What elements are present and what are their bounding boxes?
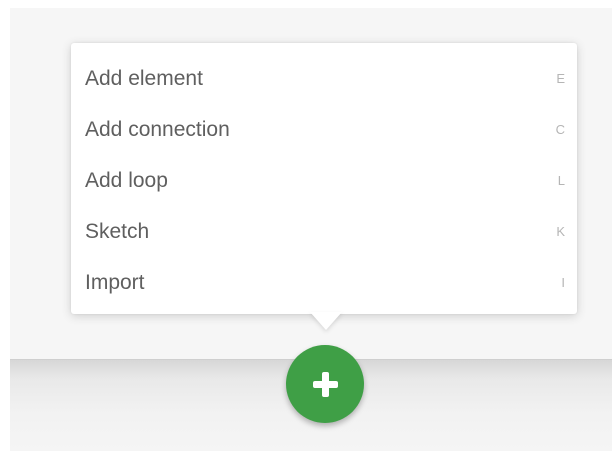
menu-item-shortcut: C — [555, 122, 565, 137]
menu-caret — [310, 312, 342, 330]
menu-item-label: Add connection — [85, 117, 230, 141]
menu-item-add-loop[interactable]: Add loop L — [71, 155, 577, 206]
add-button[interactable] — [286, 345, 364, 423]
menu-item-add-element[interactable]: Add element E — [71, 53, 577, 104]
menu-item-shortcut: E — [556, 71, 565, 86]
menu-item-add-connection[interactable]: Add connection C — [71, 104, 577, 155]
menu-item-label: Add loop — [85, 168, 168, 192]
add-menu-list: Add element E Add connection C Add loop … — [71, 43, 577, 308]
menu-item-shortcut: L — [557, 173, 565, 188]
plus-icon — [312, 371, 338, 397]
menu-item-shortcut: I — [561, 275, 565, 290]
menu-item-shortcut: K — [556, 224, 565, 239]
menu-item-label: Import — [85, 270, 145, 294]
menu-item-sketch[interactable]: Sketch K — [71, 206, 577, 257]
add-menu: Add element E Add connection C Add loop … — [71, 43, 577, 314]
menu-item-label: Sketch — [85, 219, 150, 243]
menu-item-import[interactable]: Import I — [71, 257, 577, 308]
menu-item-label: Add element — [85, 66, 203, 90]
